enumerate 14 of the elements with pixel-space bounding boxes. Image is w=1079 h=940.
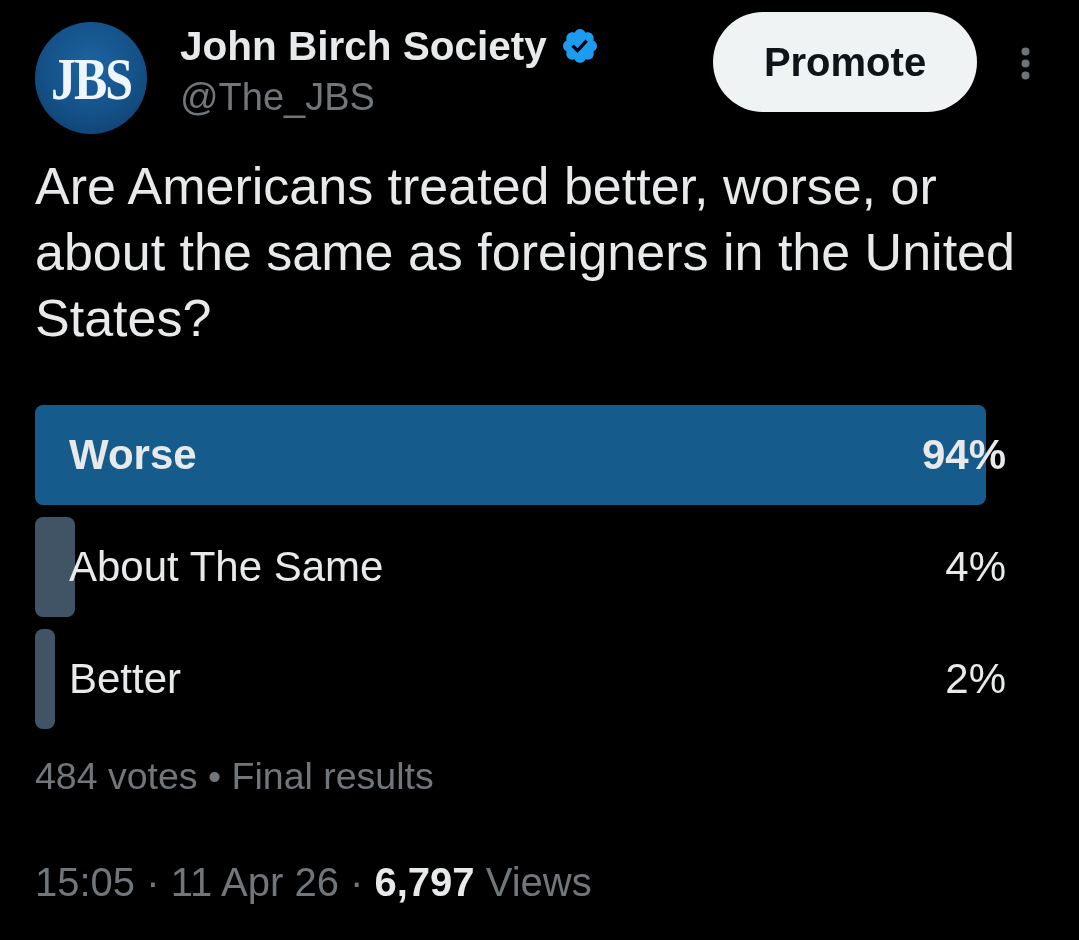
user-handle[interactable]: @The_JBS (180, 75, 597, 119)
poll-percentage: 4% (945, 543, 1006, 591)
avatar-logo[interactable]: JBS (35, 22, 147, 134)
poll-question: Are Americans treated better, worse, or about the same as foreigners in the United States? (35, 156, 1016, 349)
more-options-icon[interactable] (1021, 47, 1030, 80)
post-meta: 15:05 · 11 Apr 26 · 6,797 Views (35, 859, 593, 906)
poll-percentage: 2% (945, 655, 1006, 703)
display-name[interactable]: John Birch Society (180, 23, 547, 69)
poll-option-label: Worse (69, 431, 197, 479)
promote-button[interactable]: Promote (713, 12, 977, 112)
logo-text: JBS (50, 49, 132, 109)
poll-option-label: About The Same (69, 543, 384, 591)
poll-summary: 484 votes • Final results (35, 754, 435, 798)
poll-option-label: Better (69, 655, 182, 703)
